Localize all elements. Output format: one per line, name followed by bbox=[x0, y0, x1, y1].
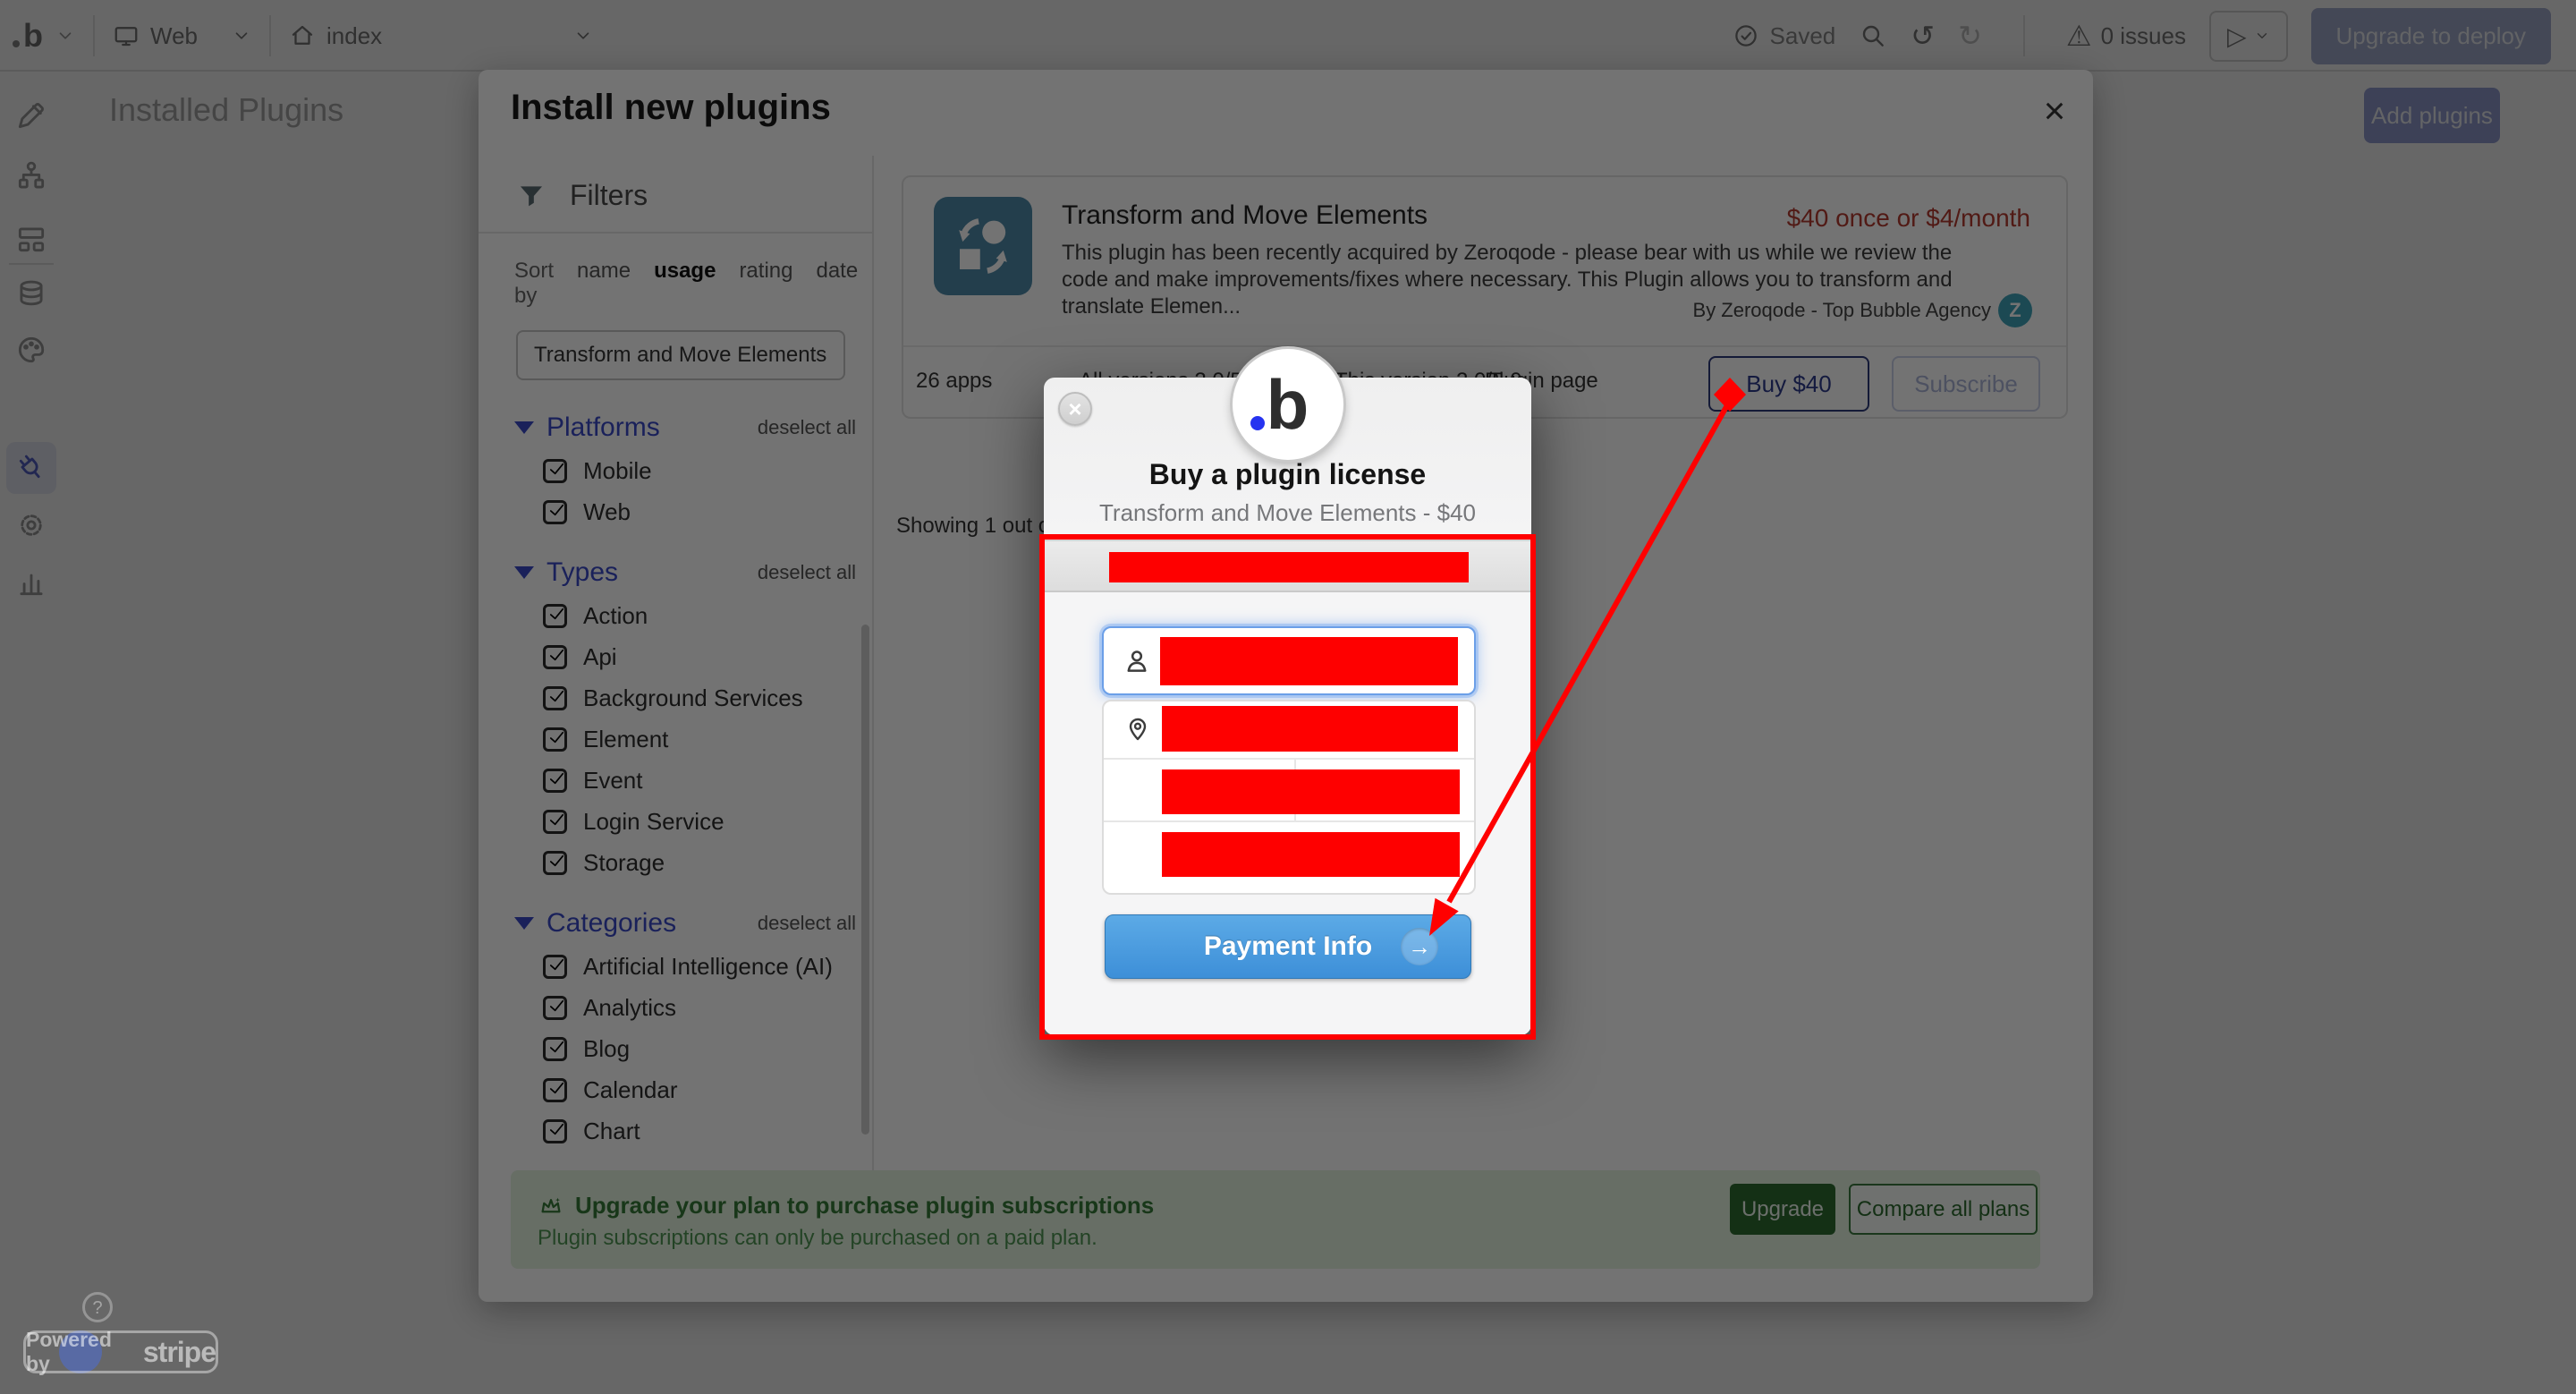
redaction-bar bbox=[1162, 706, 1458, 752]
redaction-bar bbox=[1162, 769, 1460, 814]
stripe-checkout-popup: b × Buy a plugin license Transform and M… bbox=[1039, 349, 1536, 1040]
stripe-wordmark: stripe bbox=[142, 1335, 216, 1368]
help-icon[interactable]: ? bbox=[82, 1292, 113, 1322]
powered-by-stripe-badge[interactable]: Powered by stripe bbox=[23, 1328, 218, 1375]
person-icon bbox=[1127, 650, 1147, 672]
divider bbox=[1104, 820, 1474, 822]
redaction-bar bbox=[1160, 637, 1458, 685]
screen: b Web index Saved ↺ ↻ bbox=[0, 0, 2576, 1394]
arrow-right-icon: → bbox=[1401, 928, 1438, 965]
checkout-title: Buy a plugin license bbox=[1148, 458, 1427, 490]
redaction-bar bbox=[1162, 832, 1460, 877]
payment-fields-group[interactable] bbox=[1102, 700, 1476, 895]
checkout-subtitle: Transform and Move Elements - $40 bbox=[1099, 499, 1476, 526]
location-pin-icon bbox=[1129, 718, 1147, 741]
bubble-logo-badge: b bbox=[1232, 349, 1343, 460]
logo-dot bbox=[1250, 416, 1265, 430]
close-icon[interactable]: × bbox=[1058, 392, 1092, 426]
redaction-bar bbox=[1109, 552, 1469, 582]
divider bbox=[1104, 758, 1474, 760]
